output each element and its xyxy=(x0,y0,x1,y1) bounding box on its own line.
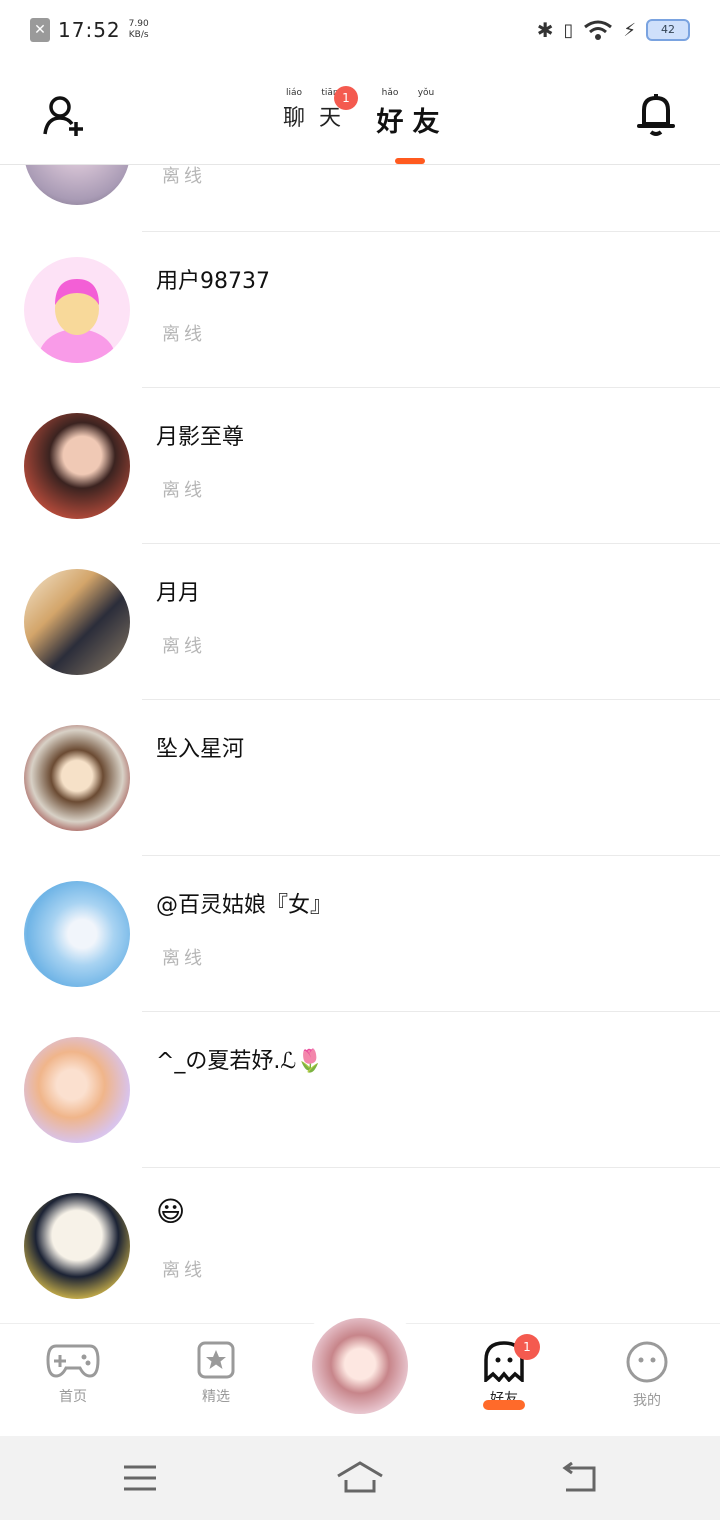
list-item[interactable]: ^_の夏若妤.ℒ🌷 xyxy=(0,1011,720,1167)
friend-name: 坠入星河 xyxy=(156,737,245,762)
active-nav-indicator xyxy=(483,1400,525,1410)
home-icon[interactable] xyxy=(336,1460,384,1494)
bell-icon[interactable] xyxy=(636,92,676,138)
no-sim-icon: ✕ xyxy=(30,18,50,42)
status-time: 17:52 xyxy=(58,18,121,42)
chat-unread-badge: 1 xyxy=(334,86,358,110)
friend-status: 离线 xyxy=(162,166,206,187)
avatar xyxy=(24,1193,130,1299)
avatar xyxy=(24,413,130,519)
list-item[interactable]: 月影至尊 离线 xyxy=(0,387,720,543)
friend-name: 月月 xyxy=(156,581,201,606)
vibrate-icon: ▯ xyxy=(563,19,574,41)
avatar xyxy=(24,1037,130,1143)
friend-name: 月影至尊 xyxy=(156,425,245,450)
nav-home-label: 首页 xyxy=(59,1389,87,1405)
list-item[interactable]: 用户98737 离线 xyxy=(0,231,720,387)
friend-status: 离线 xyxy=(162,480,206,501)
network-speed: 7.90 KB/s xyxy=(128,19,149,40)
battery-icon: 42 xyxy=(646,19,690,41)
list-item[interactable]: @百灵姑娘『女』 离线 xyxy=(0,855,720,1011)
center-avatar-button[interactable] xyxy=(312,1318,408,1414)
friend-status: 离线 xyxy=(162,1260,206,1281)
active-tab-indicator xyxy=(395,158,425,164)
list-item[interactable]: 月月 离线 xyxy=(0,543,720,699)
menu-icon[interactable] xyxy=(122,1464,158,1492)
tab-friends-label: 好友 xyxy=(376,107,440,138)
friend-status: 离线 xyxy=(162,948,206,969)
back-icon[interactable] xyxy=(560,1462,598,1494)
friends-unread-badge: 1 xyxy=(514,1334,540,1360)
tab-chat-label: 聊天 xyxy=(282,106,341,131)
default-avatar-icon xyxy=(39,279,115,363)
add-user-icon[interactable] xyxy=(42,94,86,138)
face-icon xyxy=(626,1341,668,1383)
top-header: liáo tiān 聊天 1 hǎo yǒu 好友 xyxy=(0,64,720,165)
friend-status: 离线 xyxy=(162,636,206,657)
gamepad-icon xyxy=(46,1344,100,1378)
avatar xyxy=(24,165,130,205)
tab-friends[interactable]: hǎo yǒu 好友 xyxy=(376,88,440,139)
charging-icon: ⚡ xyxy=(623,19,636,41)
friend-name: @百灵姑娘『女』 xyxy=(156,893,333,918)
star-bookmark-icon xyxy=(197,1341,235,1379)
bluetooth-icon: ✱ xyxy=(536,18,554,42)
friend-name: 用户98737 xyxy=(156,269,270,294)
avatar xyxy=(24,569,130,675)
friend-status: 离线 xyxy=(162,324,206,345)
avatar xyxy=(24,725,130,831)
nav-featured-label: 精选 xyxy=(202,1389,230,1405)
nav-home[interactable]: 首页 xyxy=(33,1340,113,1406)
friend-list[interactable]: 离线 用户98737 离线 月影至尊 离线 月月 离线 坠入星河 @百灵姑娘『女… xyxy=(0,165,720,1323)
list-item[interactable]: 离线 xyxy=(0,165,720,229)
nav-profile[interactable]: 我的 xyxy=(607,1340,687,1410)
friend-name: ^_の夏若妤.ℒ🌷 xyxy=(156,1049,324,1074)
list-item[interactable]: 坠入星河 xyxy=(0,699,720,855)
wifi-icon xyxy=(584,20,613,40)
status-bar: ✕ 17:52 7.90 KB/s ✱ ▯ ⚡ 42 xyxy=(0,0,720,64)
avatar xyxy=(24,257,130,363)
system-nav-bar xyxy=(0,1436,720,1520)
friend-name: 😃 xyxy=(156,1195,186,1228)
nav-profile-label: 我的 xyxy=(633,1393,661,1409)
avatar xyxy=(24,881,130,987)
list-item[interactable]: 😃 离线 xyxy=(0,1167,720,1323)
nav-featured[interactable]: 精选 xyxy=(176,1340,256,1406)
